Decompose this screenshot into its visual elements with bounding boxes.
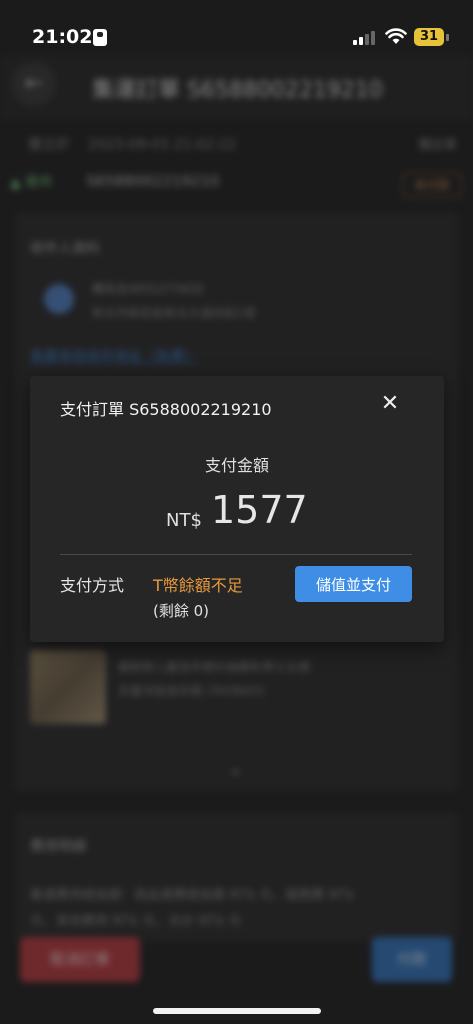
edit-address-link[interactable]: 我要修改收件地址（免費）	[30, 346, 198, 366]
dialog-title: 支付訂單 S6588002219210	[60, 400, 272, 419]
currency-label: NT$	[166, 510, 202, 531]
home-indicator[interactable]	[153, 1008, 321, 1014]
product-desc-line1: 最新款儿童连衣裙长袖春秋季公主裙	[118, 660, 311, 674]
amount-label: 支付金額	[204, 456, 269, 475]
status-label: 寄件	[25, 175, 54, 191]
fee-line-2: 元，其他費用 NT$ 元，合計 NT$ 元	[30, 914, 242, 929]
pay-button[interactable]: 付款	[372, 937, 452, 982]
created-date: 建立於 2023-09-03 21:02:22	[28, 134, 237, 154]
product-desc-line2: 女童洋装连衣裙 (TAOBAO)	[118, 684, 265, 698]
cellular-signal-icon	[353, 31, 375, 45]
created-date-value: 2023-09-03 21:02:22	[87, 137, 237, 153]
wifi-icon	[385, 28, 407, 44]
created-date-label: 建立於	[28, 137, 70, 153]
section-title-recipient: 收件人資料	[30, 241, 100, 257]
status-bar: 21:02 31	[0, 0, 473, 70]
fee-line-1: 集運費用總金額：商品運費總金額 NT$ 元，服務費 NT$	[30, 888, 355, 903]
cancel-order-button[interactable]: 取消訂單	[20, 937, 140, 982]
divider	[60, 554, 412, 555]
order-number: S6588002219210	[86, 172, 220, 190]
recipient-address: 新北市新莊區新北大道四段1號	[92, 306, 256, 320]
contact-card-icon	[93, 29, 107, 46]
note-link[interactable]: 備註單	[418, 134, 457, 153]
battery-icon: 31	[414, 28, 444, 46]
product-thumbnail	[30, 650, 106, 724]
topup-and-pay-button[interactable]: 儲值並支付	[295, 566, 412, 602]
status-badge: 未付款	[402, 172, 462, 198]
order-status: ▲ 寄件	[10, 175, 54, 191]
payment-amount: 1577	[211, 488, 308, 532]
insufficient-balance-warning: T幣餘額不足	[153, 576, 243, 595]
battery-tip	[446, 34, 449, 41]
remaining-balance: (剩餘 0)	[153, 602, 210, 620]
chevron-down-icon[interactable]: ⌄	[228, 758, 243, 779]
payment-method-label: 支付方式	[60, 576, 125, 595]
recipient-name-phone: 陳先生0931273432	[92, 282, 205, 296]
section-title-fee: 費用明細	[30, 839, 86, 855]
location-icon	[44, 284, 74, 314]
close-icon[interactable]: ✕	[376, 390, 404, 418]
page-title: 集運訂單 S6588002219210	[92, 78, 383, 103]
status-time: 21:02	[32, 26, 93, 48]
payment-dialog: 支付訂單 S6588002219210 ✕ 支付金額 NT$ 1577 支付方式…	[30, 376, 444, 642]
